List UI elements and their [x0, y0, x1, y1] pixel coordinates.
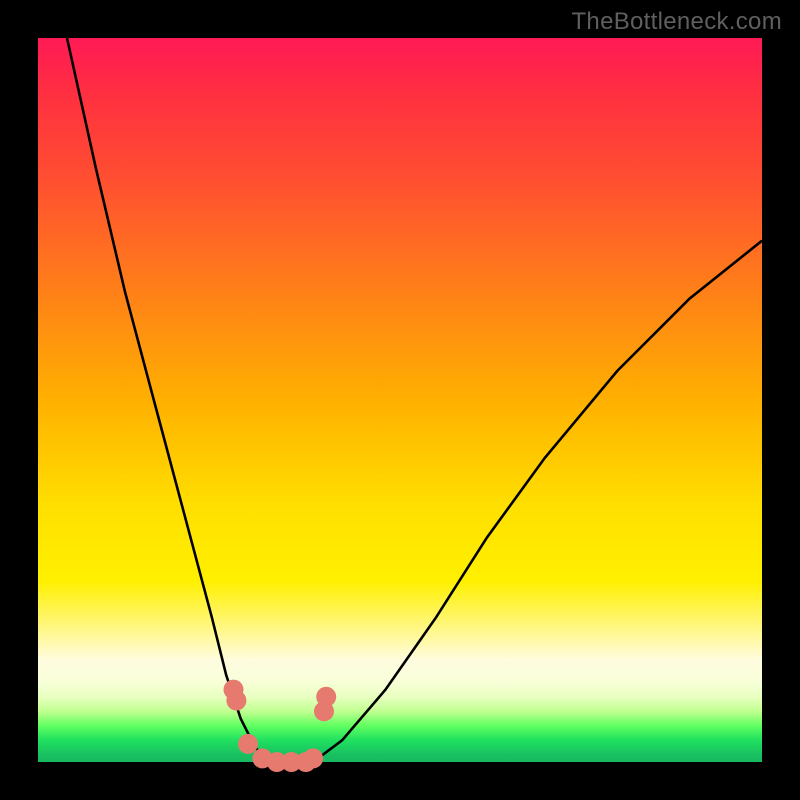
- curve-marker: [316, 687, 336, 707]
- watermark-text: TheBottleneck.com: [571, 8, 782, 36]
- marker-cluster: [224, 680, 337, 772]
- chart-frame: TheBottleneck.com: [0, 0, 800, 800]
- bottleneck-curve: [67, 38, 762, 762]
- curve-marker: [226, 691, 246, 711]
- curve-marker: [303, 748, 323, 768]
- curve-marker: [238, 734, 258, 754]
- chart-svg: [0, 0, 800, 800]
